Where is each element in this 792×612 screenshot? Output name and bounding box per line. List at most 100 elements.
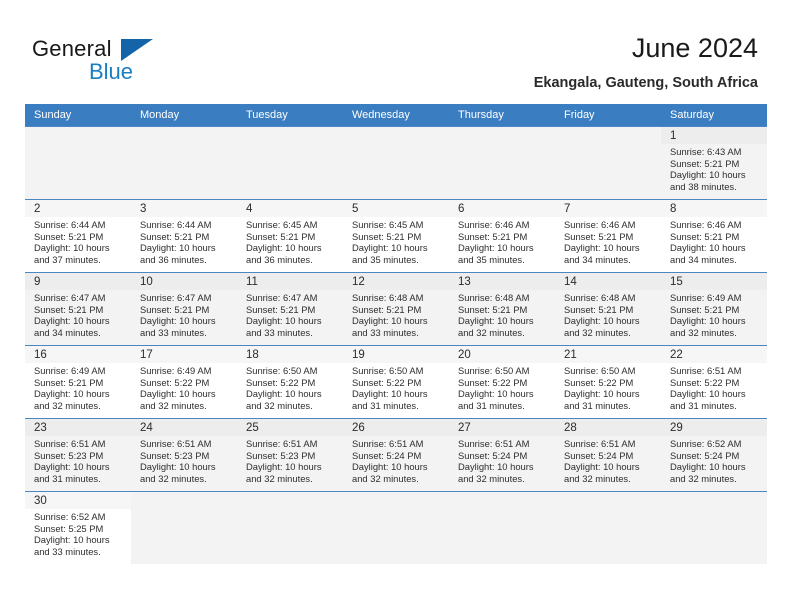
daylight-text-line2: and 32 minutes. <box>352 472 419 484</box>
calendar-day-cell[interactable]: 7 Sunrise: 6:46 AM Sunset: 5:21 PM Daylight… <box>555 199 661 273</box>
empty-day-cell <box>555 492 661 564</box>
day-details: Sunrise: 6:45 AM Sunset: 5:21 PM Daylight:… <box>343 217 449 265</box>
calendar-day-cell[interactable]: 18 Sunrise: 6:50 AM Sunset: 5:22 PM Dayligh… <box>237 345 343 419</box>
daylight-text-line2: and 33 minutes. <box>140 326 207 338</box>
day-details: Sunrise: 6:49 AM Sunset: 5:21 PM Daylight:… <box>25 363 131 411</box>
calendar-page: General Blue June 2024 Ekangala, Gauteng… <box>0 0 792 612</box>
calendar-week-row: 1 Sunrise: 6:43 AM Sunset: 5:21 PM Daylight… <box>25 126 767 200</box>
day-cell-body: 19 Sunrise: 6:50 AM Sunset: 5:22 PM Dayligh… <box>343 346 449 418</box>
daylight-text-line1: Daylight: 10 hours <box>34 315 110 327</box>
daylight-text-line1: Daylight: 10 hours <box>352 242 428 254</box>
daylight-text-line1: Daylight: 10 hours <box>564 242 640 254</box>
calendar-day-cell[interactable]: 17 Sunrise: 6:49 AM Sunset: 5:22 PM Dayligh… <box>131 345 237 419</box>
calendar-week-row: 16 Sunrise: 6:49 AM Sunset: 5:21 PM Dayligh… <box>25 345 767 419</box>
day-details: Sunrise: 6:50 AM Sunset: 5:22 PM Daylight:… <box>555 363 661 411</box>
sunset-text: Sunset: 5:21 PM <box>34 376 104 388</box>
daylight-text-line2: and 31 minutes. <box>34 472 101 484</box>
empty-day-cell <box>661 492 767 564</box>
calendar-day-cell[interactable]: 25 Sunrise: 6:51 AM Sunset: 5:23 PM Dayligh… <box>237 418 343 492</box>
day-details: Sunrise: 6:51 AM Sunset: 5:23 PM Daylight:… <box>237 436 343 484</box>
day-number: 3 <box>131 200 237 217</box>
daylight-text-line1: Daylight: 10 hours <box>140 315 216 327</box>
daylight-text-line2: and 33 minutes. <box>34 545 101 557</box>
daylight-text-line1: Daylight: 10 hours <box>246 461 322 473</box>
day-details: Sunrise: 6:47 AM Sunset: 5:21 PM Daylight:… <box>237 290 343 338</box>
day-number: 22 <box>661 346 767 363</box>
day-number: 15 <box>661 273 767 290</box>
day-cell-body: 2 Sunrise: 6:44 AM Sunset: 5:21 PM Daylight… <box>25 200 131 272</box>
calendar-day-cell[interactable]: 30 Sunrise: 6:52 AM Sunset: 5:25 PM Dayligh… <box>25 491 131 564</box>
day-details: Sunrise: 6:46 AM Sunset: 5:21 PM Daylight:… <box>449 217 555 265</box>
daylight-text-line2: and 33 minutes. <box>352 326 419 338</box>
day-details: Sunrise: 6:51 AM Sunset: 5:23 PM Daylight:… <box>131 436 237 484</box>
sunset-text: Sunset: 5:22 PM <box>564 376 634 388</box>
day-details: Sunrise: 6:49 AM Sunset: 5:21 PM Daylight:… <box>661 290 767 338</box>
calendar-day-cell[interactable]: 1 Sunrise: 6:43 AM Sunset: 5:21 PM Daylight… <box>661 126 767 200</box>
sunrise-text: Sunrise: 6:43 AM <box>670 146 742 157</box>
daylight-text-line1: Daylight: 10 hours <box>670 169 746 181</box>
calendar-day-cell[interactable]: 29 Sunrise: 6:52 AM Sunset: 5:24 PM Dayligh… <box>661 418 767 492</box>
general-blue-logo[interactable]: General Blue <box>32 38 212 88</box>
calendar-day-cell[interactable]: 26 Sunrise: 6:51 AM Sunset: 5:24 PM Dayligh… <box>343 418 449 492</box>
weekday-header-row: Sunday Monday Tuesday Wednesday Thursday… <box>25 104 767 127</box>
calendar-day-cell[interactable]: 19 Sunrise: 6:50 AM Sunset: 5:22 PM Dayligh… <box>343 345 449 419</box>
day-number: 27 <box>449 419 555 436</box>
day-details: Sunrise: 6:50 AM Sunset: 5:22 PM Daylight:… <box>343 363 449 411</box>
calendar-day-cell[interactable]: 28 Sunrise: 6:51 AM Sunset: 5:24 PM Dayligh… <box>555 418 661 492</box>
calendar-day-cell[interactable]: 23 Sunrise: 6:51 AM Sunset: 5:23 PM Dayligh… <box>25 418 131 492</box>
calendar-day-cell[interactable]: 27 Sunrise: 6:51 AM Sunset: 5:24 PM Dayligh… <box>449 418 555 492</box>
sunset-text: Sunset: 5:24 PM <box>352 449 422 461</box>
sunset-text: Sunset: 5:21 PM <box>34 303 104 315</box>
day-details: Sunrise: 6:48 AM Sunset: 5:21 PM Daylight:… <box>449 290 555 338</box>
sunrise-text: Sunrise: 6:48 AM <box>564 292 636 303</box>
calendar-day-cell[interactable]: 9 Sunrise: 6:47 AM Sunset: 5:21 PM Daylight… <box>25 272 131 346</box>
calendar-day-cell[interactable]: 13 Sunrise: 6:48 AM Sunset: 5:21 PM Dayligh… <box>449 272 555 346</box>
calendar-day-cell[interactable]: 4 Sunrise: 6:45 AM Sunset: 5:21 PM Daylight… <box>237 199 343 273</box>
sunset-text: Sunset: 5:23 PM <box>34 449 104 461</box>
calendar-day-cell[interactable]: 14 Sunrise: 6:48 AM Sunset: 5:21 PM Dayligh… <box>555 272 661 346</box>
sunset-text: Sunset: 5:22 PM <box>140 376 210 388</box>
day-details: Sunrise: 6:47 AM Sunset: 5:21 PM Daylight:… <box>25 290 131 338</box>
sunset-text: Sunset: 5:25 PM <box>34 522 104 534</box>
calendar-day-cell[interactable]: 6 Sunrise: 6:46 AM Sunset: 5:21 PM Daylight… <box>449 199 555 273</box>
sunrise-text: Sunrise: 6:50 AM <box>564 365 636 376</box>
calendar-day-cell[interactable]: 5 Sunrise: 6:45 AM Sunset: 5:21 PM Daylight… <box>343 199 449 273</box>
day-number: 10 <box>131 273 237 290</box>
calendar-day-cell-empty <box>25 126 131 200</box>
calendar-day-cell[interactable]: 11 Sunrise: 6:47 AM Sunset: 5:21 PM Dayligh… <box>237 272 343 346</box>
sunset-text: Sunset: 5:21 PM <box>352 303 422 315</box>
calendar-day-cell[interactable]: 22 Sunrise: 6:51 AM Sunset: 5:22 PM Dayligh… <box>661 345 767 419</box>
daylight-text-line1: Daylight: 10 hours <box>34 534 110 546</box>
calendar-day-cell[interactable]: 2 Sunrise: 6:44 AM Sunset: 5:21 PM Daylight… <box>25 199 131 273</box>
day-number: 12 <box>343 273 449 290</box>
sunset-text: Sunset: 5:21 PM <box>34 230 104 242</box>
daylight-text-line1: Daylight: 10 hours <box>140 388 216 400</box>
sunset-text: Sunset: 5:21 PM <box>670 230 740 242</box>
daylight-text-line2: and 32 minutes. <box>458 472 525 484</box>
calendar-day-cell[interactable]: 3 Sunrise: 6:44 AM Sunset: 5:21 PM Daylight… <box>131 199 237 273</box>
calendar-day-cell[interactable]: 21 Sunrise: 6:50 AM Sunset: 5:22 PM Dayligh… <box>555 345 661 419</box>
day-number: 5 <box>343 200 449 217</box>
daylight-text-line1: Daylight: 10 hours <box>140 242 216 254</box>
calendar-day-cell[interactable]: 16 Sunrise: 6:49 AM Sunset: 5:21 PM Dayligh… <box>25 345 131 419</box>
weekday-header-monday: Monday <box>131 104 237 127</box>
calendar-day-cell[interactable]: 10 Sunrise: 6:47 AM Sunset: 5:21 PM Dayligh… <box>131 272 237 346</box>
calendar-day-cell[interactable]: 8 Sunrise: 6:46 AM Sunset: 5:21 PM Daylight… <box>661 199 767 273</box>
daylight-text-line2: and 34 minutes. <box>670 253 737 265</box>
calendar-day-cell[interactable]: 12 Sunrise: 6:48 AM Sunset: 5:21 PM Dayligh… <box>343 272 449 346</box>
day-cell-body: 26 Sunrise: 6:51 AM Sunset: 5:24 PM Dayligh… <box>343 419 449 491</box>
sunrise-text: Sunrise: 6:47 AM <box>34 292 106 303</box>
daylight-text-line1: Daylight: 10 hours <box>670 461 746 473</box>
daylight-text-line2: and 32 minutes. <box>458 326 525 338</box>
sunset-text: Sunset: 5:21 PM <box>564 230 634 242</box>
calendar-grid: Sunday Monday Tuesday Wednesday Thursday… <box>25 104 767 564</box>
calendar-day-cell[interactable]: 20 Sunrise: 6:50 AM Sunset: 5:22 PM Dayligh… <box>449 345 555 419</box>
calendar-day-cell[interactable]: 15 Sunrise: 6:49 AM Sunset: 5:21 PM Dayligh… <box>661 272 767 346</box>
day-number: 6 <box>449 200 555 217</box>
calendar-week-row: 23 Sunrise: 6:51 AM Sunset: 5:23 PM Dayligh… <box>25 418 767 492</box>
day-cell-body: 20 Sunrise: 6:50 AM Sunset: 5:22 PM Dayligh… <box>449 346 555 418</box>
calendar-day-cell[interactable]: 24 Sunrise: 6:51 AM Sunset: 5:23 PM Dayligh… <box>131 418 237 492</box>
sunrise-text: Sunrise: 6:49 AM <box>34 365 106 376</box>
sunset-text: Sunset: 5:21 PM <box>140 230 210 242</box>
day-details: Sunrise: 6:51 AM Sunset: 5:24 PM Daylight:… <box>343 436 449 484</box>
